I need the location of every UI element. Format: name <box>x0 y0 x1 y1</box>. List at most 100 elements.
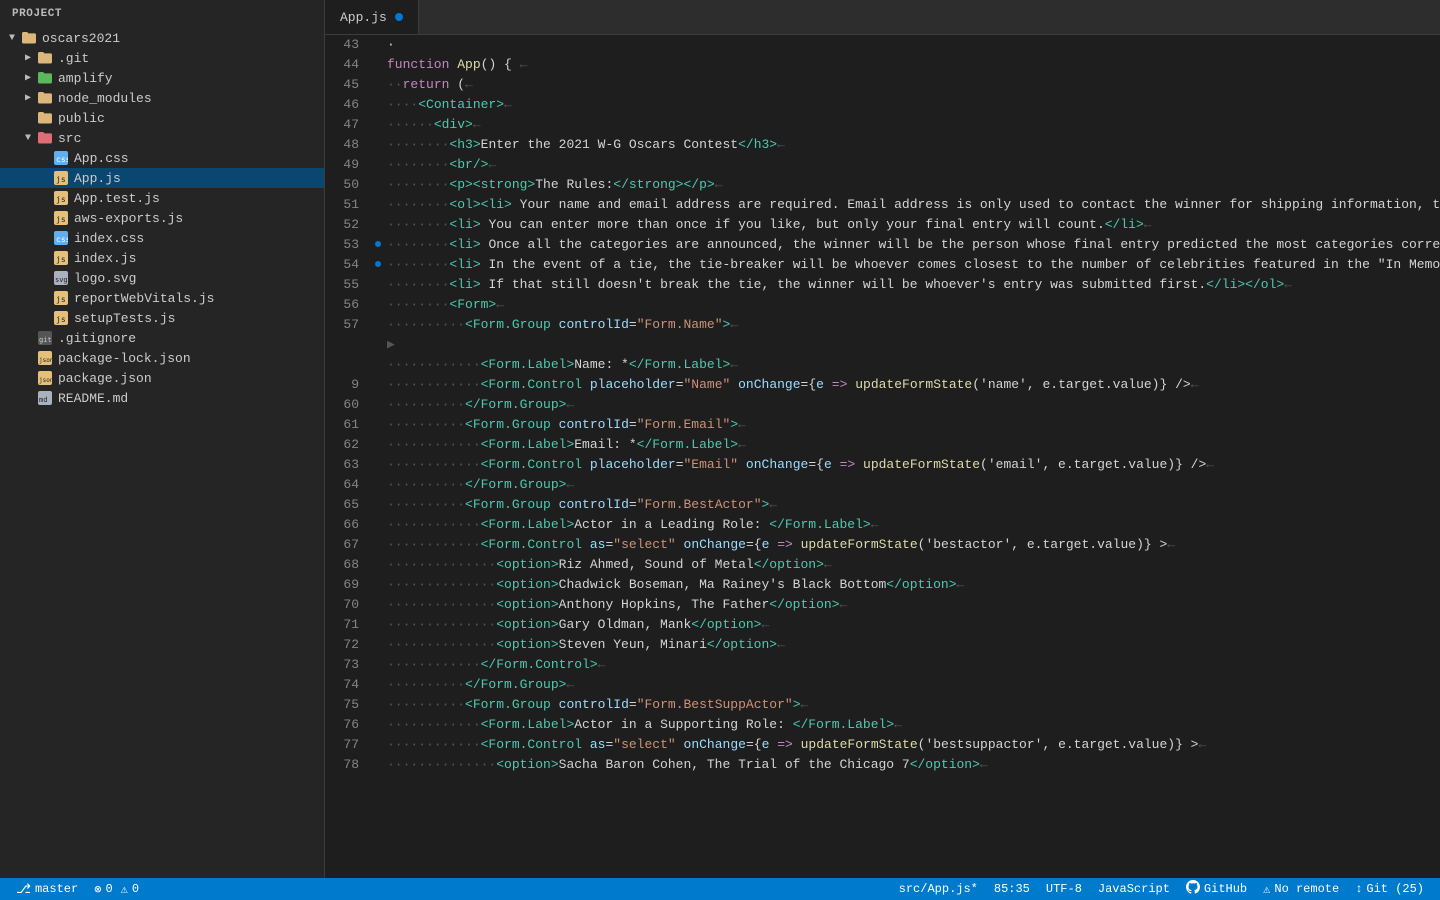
file-icon: git <box>36 330 54 346</box>
svg-text:md: md <box>39 396 47 404</box>
position-label: 85:35 <box>994 882 1030 896</box>
svg-text:json: json <box>39 377 52 384</box>
status-right: src/App.js* 85:35 UTF-8 JavaScript GitHu… <box>891 880 1432 898</box>
sidebar-item-setup-tests[interactable]: js setupTests.js <box>0 308 324 328</box>
sidebar-item-package-lock[interactable]: json package-lock.json <box>0 348 324 368</box>
file-svg-icon: svg <box>52 270 70 286</box>
sidebar-item-app-test[interactable]: js App.test.js <box>0 188 324 208</box>
code-line-72: 72 ··············<option>Steven Yeun, Mi… <box>325 635 1440 655</box>
svg-text:js: js <box>56 175 66 184</box>
arrow-icon: ▼ <box>20 133 36 144</box>
git-branch-icon: ⎇ <box>16 882 31 897</box>
error-warning-item[interactable]: ⊗ 0 ⚠ 0 <box>86 882 147 897</box>
sidebar: Project ▼ oscars2021 ▶ .git ▶ amplify ▶ <box>0 0 325 878</box>
sidebar-item-index-js[interactable]: js index.js <box>0 248 324 268</box>
git-branch-item[interactable]: ⎇ master <box>8 882 86 897</box>
svg-text:css: css <box>56 155 68 164</box>
sidebar-item-oscars2021[interactable]: ▼ oscars2021 <box>0 28 324 48</box>
code-line-45: 45 ··return (← <box>325 75 1440 95</box>
code-line-62: 62 ············<Form.Label>Email: *</For… <box>325 435 1440 455</box>
code-line-76: 76 ············<Form.Label>Actor in a Su… <box>325 715 1440 735</box>
sidebar-item-index-css[interactable]: css index.css <box>0 228 324 248</box>
code-line-51: 51 ········<ol><li> Your name and email … <box>325 195 1440 215</box>
warning-circle-icon: ⚠ <box>1263 882 1270 897</box>
sidebar-item-src[interactable]: ▼ src <box>0 128 324 148</box>
code-line-67: 67 ············<Form.Control as="select"… <box>325 535 1440 555</box>
code-line-47: 47 ······<div>← <box>325 115 1440 135</box>
sidebar-item-app-js[interactable]: js App.js <box>0 168 324 188</box>
code-line-59: ············<Form.Label>Name: *</Form.La… <box>325 355 1440 375</box>
svg-text:svg: svg <box>55 276 68 284</box>
sidebar-item-app-css[interactable]: css App.css <box>0 148 324 168</box>
github-item[interactable]: GitHub <box>1178 880 1255 898</box>
code-line-49: 49 ········<br/>← <box>325 155 1440 175</box>
editor-area: App.js 43 · 44 function App() { ← 45 <box>325 0 1440 878</box>
sidebar-item-aws-exports[interactable]: js aws-exports.js <box>0 208 324 228</box>
no-remote-label: No remote <box>1274 882 1339 896</box>
sidebar-label: setupTests.js <box>74 311 175 326</box>
folder-icon <box>36 50 54 66</box>
sidebar-item-logo-svg[interactable]: svg logo.svg <box>0 268 324 288</box>
sidebar-item-gitignore[interactable]: git .gitignore <box>0 328 324 348</box>
position-item[interactable]: 85:35 <box>986 882 1038 896</box>
file-js-icon: js <box>52 210 70 226</box>
sidebar-item-package-json[interactable]: json package.json <box>0 368 324 388</box>
git-item[interactable]: ↕ Git (25) <box>1347 882 1432 896</box>
code-line-61: 61 ··········<Form.Group controlId="Form… <box>325 415 1440 435</box>
code-line-70: 70 ··············<option>Anthony Hopkins… <box>325 595 1440 615</box>
modified-dot <box>395 13 403 21</box>
sidebar-label: package-lock.json <box>58 351 191 366</box>
code-line-43: 43 · <box>325 35 1440 55</box>
sidebar-label: README.md <box>58 391 128 406</box>
code-line-57: 57 ··········<Form.Group controlId="Form… <box>325 315 1440 335</box>
file-css-icon: css <box>52 230 70 246</box>
sidebar-label: App.css <box>74 151 129 166</box>
sidebar-label: amplify <box>58 71 113 86</box>
code-line-46: 46 ····<Container>← <box>325 95 1440 115</box>
file-js-icon: js <box>52 250 70 266</box>
tab-bar: App.js <box>325 0 1440 35</box>
sidebar-label: node_modules <box>58 91 152 106</box>
svg-text:js: js <box>56 195 66 204</box>
code-line-58: ▶ <box>325 335 1440 355</box>
sidebar-item-public[interactable]: public <box>0 108 324 128</box>
code-line-60: 60 ··········</Form.Group>← <box>325 395 1440 415</box>
sidebar-label: package.json <box>58 371 152 386</box>
code-line-59b: 9 ············<Form.Control placeholder=… <box>325 375 1440 395</box>
sidebar-label: index.css <box>74 231 144 246</box>
arrow-icon: ▼ <box>4 33 20 44</box>
svg-text:css: css <box>56 235 68 244</box>
language-item[interactable]: JavaScript <box>1090 882 1178 896</box>
code-line-65: 65 ··········<Form.Group controlId="Form… <box>325 495 1440 515</box>
sidebar-label: public <box>58 111 105 126</box>
status-bar: ⎇ master ⊗ 0 ⚠ 0 src/App.js* 85:35 UTF-8… <box>0 878 1440 900</box>
code-line-44: 44 function App() { ← <box>325 55 1440 75</box>
sidebar-item-report-web[interactable]: js reportWebVitals.js <box>0 288 324 308</box>
sidebar-label: aws-exports.js <box>74 211 183 226</box>
tab-app-js[interactable]: App.js <box>325 0 419 34</box>
code-editor[interactable]: 43 · 44 function App() { ← 45 ··return (… <box>325 35 1440 878</box>
code-line-55: 55 ········<li> If that still doesn't br… <box>325 275 1440 295</box>
sidebar-label: index.js <box>74 251 136 266</box>
svg-text:git: git <box>39 336 52 344</box>
sidebar-label: logo.svg <box>74 271 136 286</box>
file-json-icon: json <box>36 370 54 386</box>
file-js-icon: js <box>52 290 70 306</box>
folder-green-icon <box>36 70 54 86</box>
file-js-icon: js <box>52 170 70 186</box>
tab-label: App.js <box>340 10 387 25</box>
warning-icon: ⚠ <box>121 882 128 897</box>
code-line-66: 66 ············<Form.Label>Actor in a Le… <box>325 515 1440 535</box>
sidebar-item-readme[interactable]: md README.md <box>0 388 324 408</box>
file-path-item[interactable]: src/App.js* <box>891 882 986 896</box>
code-line-73: 73 ············</Form.Control>← <box>325 655 1440 675</box>
sidebar-item-node-modules[interactable]: ▶ node_modules <box>0 88 324 108</box>
no-remote-item[interactable]: ⚠ No remote <box>1255 882 1347 897</box>
encoding-label: UTF-8 <box>1046 882 1082 896</box>
sidebar-item-git[interactable]: ▶ .git <box>0 48 324 68</box>
encoding-item[interactable]: UTF-8 <box>1038 882 1090 896</box>
file-json-icon: json <box>36 350 54 366</box>
folder-icon <box>36 90 54 106</box>
code-line-54: 54 ········<li> In the event of a tie, t… <box>325 255 1440 275</box>
sidebar-item-amplify[interactable]: ▶ amplify <box>0 68 324 88</box>
